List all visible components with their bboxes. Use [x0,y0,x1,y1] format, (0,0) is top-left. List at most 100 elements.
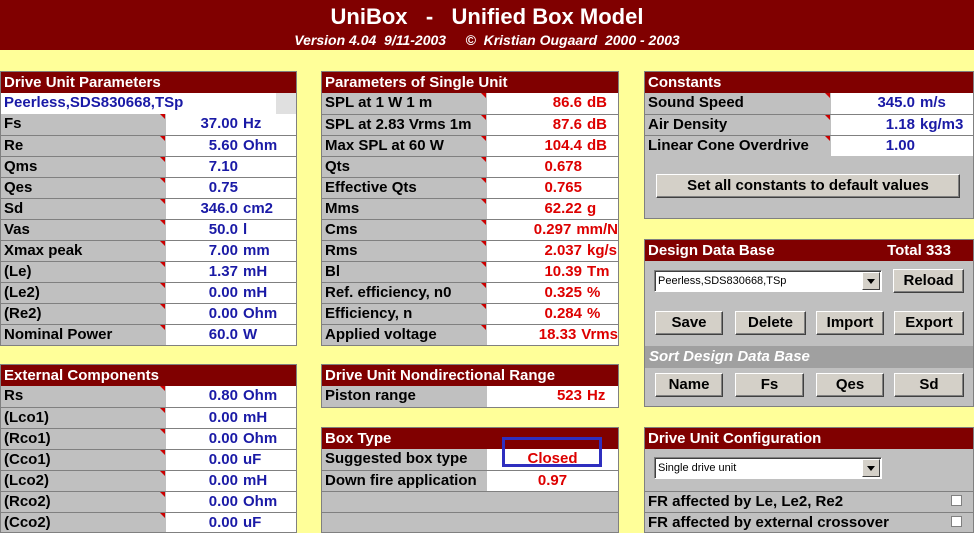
box-type-row: Down fire application 0.97 [322,470,618,491]
single-unit-label: Efficiency, n [322,304,487,324]
single-unit-value-cell: 0.297 mm/N [487,220,618,240]
external-unit: Ohm [243,493,278,510]
save-button[interactable]: Save [655,311,723,335]
drive-unit-name[interactable]: Peerless,SDS830668,TSp [1,93,276,114]
export-button[interactable]: Export [894,311,964,335]
single-unit-value: 18.33 [538,326,577,343]
drive-unit-value-cell[interactable]: 7.00 mm [166,241,296,261]
drive-unit-label: Vas [1,220,166,240]
single-unit-label: Bl [322,262,487,282]
external-label: (Cco2) [1,513,166,532]
drive-unit-value-cell[interactable]: 1.37 mH [166,262,296,282]
database-select[interactable]: Peerless,SDS830668,TSp [654,270,882,292]
drive-unit-header: Drive Unit Parameters [1,72,296,93]
single-unit-value: 0.284 [544,305,582,322]
external-value-cell[interactable]: 0.00 mH [166,471,296,491]
drive-unit-value: 0.00 [208,284,238,301]
external-value-cell[interactable]: 0.00 uF [166,513,296,532]
single-unit-label: Rms [322,241,487,261]
import-button[interactable]: Import [816,311,884,335]
fr-le-checkbox[interactable] [951,495,962,506]
single-unit-row: Mms 62.22 g [322,198,618,219]
drive-unit-value-cell[interactable]: 37.00 Hz [166,114,296,135]
drive-unit-row: Qes 0.75 [1,177,296,198]
drive-unit-label: (Le2) [1,283,166,303]
constant-value-cell[interactable]: 345.0 m/s [831,93,973,114]
external-value: 0.00 [208,514,238,531]
drive-unit-value: 50.0 [208,221,238,238]
drive-unit-value-cell[interactable]: 5.60 Ohm [166,136,296,156]
constant-value: 1.00 [885,137,915,154]
drive-unit-value-cell[interactable]: 346.0 cm2 [166,199,296,219]
external-value-cell[interactable]: 0.80 Ohm [166,386,296,407]
chevron-down-icon[interactable] [862,272,880,290]
single-unit-unit: mm/N [576,221,618,238]
drive-unit-value: 7.00 [208,242,238,259]
drive-unit-value-cell[interactable]: 0.00 Ohm [166,304,296,324]
drive-unit-value-cell[interactable]: 7.10 [166,157,296,177]
sort-qes-button[interactable]: Qes [816,373,884,397]
single-unit-label: SPL at 1 W 1 m [322,93,487,114]
drive-unit-row: Vas 50.0 l [1,219,296,240]
set-defaults-button[interactable]: Set all constants to default values [656,174,960,198]
single-unit-header: Parameters of Single Unit [322,72,618,93]
external-value: 0.00 [208,409,238,426]
drive-unit-value: 0.00 [208,305,238,322]
nondirectional-rows: Piston range 523 Hz [322,386,618,407]
drive-unit-rows: Fs 37.00 Hz Re 5.60 Ohm Qms 7.10 Qes 0.75 Sd 346.0 c… [1,114,296,345]
single-unit-value: 2.037 [544,242,582,259]
sort-name-button[interactable]: Name [655,373,723,397]
nondirectional-header: Drive Unit Nondirectional Range [322,365,618,386]
drive-unit-value-cell[interactable]: 0.75 [166,178,296,198]
drive-unit-unit: mm [243,242,270,259]
drive-unit-name-row[interactable]: Peerless,SDS830668,TSp [1,93,296,114]
constant-value-cell[interactable]: 1.00 [831,136,973,156]
external-value-cell[interactable]: 0.00 mH [166,408,296,428]
fr-crossover-checkbox[interactable] [951,516,962,527]
drive-unit-label: (Le) [1,262,166,282]
nondirectional-row: Piston range 523 Hz [322,386,618,407]
database-total: Total 333 [887,242,951,259]
single-unit-row: Bl 10.39 Tm [322,261,618,282]
single-unit-value: 0.765 [544,179,582,196]
drive-unit-row: Sd 346.0 cm2 [1,198,296,219]
single-unit-row: Applied voltage 18.33 Vrms [322,324,618,345]
external-value-cell[interactable]: 0.00 Ohm [166,429,296,449]
drive-unit-row: Xmax peak 7.00 mm [1,240,296,261]
chevron-down-icon[interactable] [862,459,880,477]
drive-unit-value-cell[interactable]: 60.0 W [166,325,296,345]
design-database-header: Design Data Base Total 333 [645,240,973,261]
drive-unit-value: 346.0 [200,200,238,217]
constant-value: 345.0 [877,94,915,111]
single-unit-value-cell: 2.037 kg/s [487,241,618,261]
constant-value-cell[interactable]: 1.18 kg/m3 [831,115,973,135]
single-unit-label: Cms [322,220,487,240]
nondirectional-value: 523 [556,387,582,404]
external-unit: Ohm [243,430,278,447]
drive-unit-panel: Drive Unit Parameters Peerless,SDS830668… [0,71,297,346]
configuration-select[interactable]: Single drive unit [654,457,882,479]
design-database-title: Design Data Base [648,242,775,259]
configuration-select-value: Single drive unit [658,462,737,474]
external-label: (Rco2) [1,492,166,512]
drive-unit-value-cell[interactable]: 0.00 mH [166,283,296,303]
sort-sd-button[interactable]: Sd [894,373,964,397]
delete-button[interactable]: Delete [735,311,806,335]
reload-button[interactable]: Reload [893,269,964,293]
drive-unit-label: (Re2) [1,304,166,324]
external-value-cell[interactable]: 0.00 Ohm [166,492,296,512]
drive-unit-value-cell[interactable]: 50.0 l [166,220,296,240]
drive-unit-unit [238,178,243,198]
app-title: UniBox - Unified Box Model [330,4,644,29]
external-value-cell[interactable]: 0.00 uF [166,450,296,470]
single-unit-unit: g [587,200,597,217]
sort-fs-button[interactable]: Fs [735,373,804,397]
external-components-panel: External Components Rs 0.80 Ohm (Lco1) 0.00 m… [0,364,297,533]
drive-unit-label: Xmax peak [1,241,166,261]
drive-unit-row: Fs 37.00 Hz [1,114,296,135]
constant-row: Sound Speed 345.0 m/s [645,93,973,114]
single-unit-value: 0.325 [544,284,582,301]
constants-rows: Sound Speed 345.0 m/s Air Density 1.18 kg/m3 L… [645,93,973,156]
single-unit-value: 10.39 [544,263,582,280]
single-unit-unit: Vrms [581,326,618,343]
